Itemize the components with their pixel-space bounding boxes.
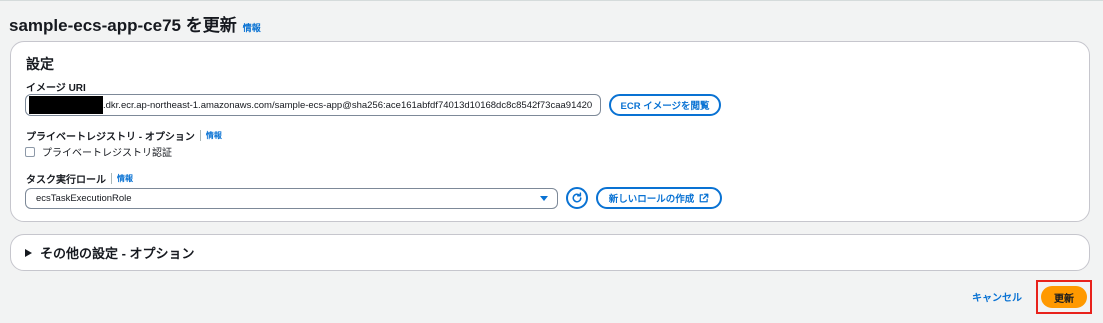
redacted-account-id bbox=[29, 96, 103, 114]
task-role-info-link[interactable]: 情報 bbox=[117, 173, 133, 184]
page-title: sample-ecs-app-ce75 を更新 bbox=[9, 16, 237, 35]
image-uri-label-text: イメージ URI bbox=[26, 83, 86, 94]
image-uri-value: .dkr.ecr.ap-northeast-1.amazonaws.com/sa… bbox=[103, 99, 593, 111]
top-divider bbox=[0, 0, 1103, 1]
create-role-button[interactable]: 新しいロールの作成 bbox=[596, 187, 722, 209]
refresh-icon bbox=[572, 192, 582, 203]
private-registry-label: プライベートレジストリ - オプション 情報 bbox=[26, 128, 222, 143]
browse-ecr-images-label: ECR イメージを閲覧 bbox=[620, 101, 710, 112]
page-info-link[interactable]: 情報 bbox=[243, 21, 261, 34]
refresh-button[interactable] bbox=[566, 187, 588, 209]
private-registry-info-link[interactable]: 情報 bbox=[206, 130, 222, 141]
browse-ecr-images-button[interactable]: ECR イメージを閲覧 bbox=[609, 94, 721, 116]
private-registry-checkbox-label: プライベートレジストリ認証 bbox=[42, 148, 172, 159]
cancel-button[interactable]: キャンセル bbox=[972, 289, 1022, 304]
image-uri-label: イメージ URI bbox=[26, 79, 86, 94]
settings-panel: 設定 イメージ URI .dkr.ecr.ap-northeast-1.amaz… bbox=[10, 41, 1090, 222]
label-separator bbox=[199, 130, 201, 141]
external-link-icon bbox=[699, 193, 709, 203]
private-registry-checkbox-row[interactable]: プライベートレジストリ認証 bbox=[25, 144, 172, 159]
task-role-selected-value: ecsTaskExecutionRole bbox=[36, 193, 132, 204]
task-role-select[interactable]: ecsTaskExecutionRole bbox=[25, 188, 558, 209]
caret-right-icon bbox=[25, 248, 32, 257]
create-role-label: 新しいロールの作成 bbox=[608, 194, 695, 205]
private-registry-label-text: プライベートレジストリ - オプション bbox=[26, 132, 195, 143]
update-button[interactable]: 更新 bbox=[1041, 286, 1087, 308]
page-title-row: sample-ecs-app-ce75 を更新 情報 bbox=[9, 11, 261, 36]
image-uri-input[interactable]: .dkr.ecr.ap-northeast-1.amazonaws.com/sa… bbox=[25, 94, 601, 116]
other-settings-title: その他の設定 - オプション bbox=[40, 246, 195, 261]
label-separator bbox=[111, 173, 112, 184]
task-role-label: タスク実行ロール 情報 bbox=[26, 171, 133, 186]
settings-title: 設定 bbox=[26, 56, 54, 72]
caret-down-icon bbox=[540, 196, 548, 201]
private-registry-checkbox[interactable] bbox=[25, 146, 35, 157]
task-role-label-text: タスク実行ロール bbox=[26, 175, 106, 186]
other-settings-expander[interactable]: その他の設定 - オプション bbox=[10, 234, 1090, 271]
